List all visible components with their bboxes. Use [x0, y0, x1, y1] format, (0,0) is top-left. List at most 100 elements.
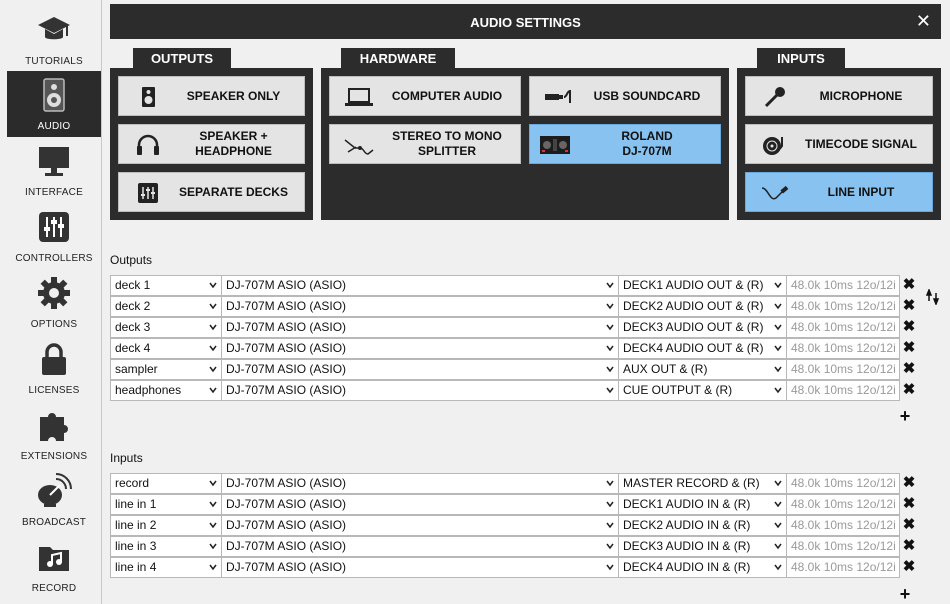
delete-row-button[interactable]: ✖ [902, 319, 916, 334]
info-text: 48.0k 10ms 12o/12i [791, 518, 896, 532]
output-channel-select[interactable]: DECK1 AUDIO OUT & (R) [618, 275, 787, 296]
sidebar-item-controllers[interactable]: CONTROLLERS [7, 203, 101, 269]
chevron-down-icon [774, 303, 782, 310]
input-row: line in 1 DJ-707M ASIO (ASIO) DECK1 AUDIO … [110, 494, 915, 515]
sidebar-item-interface[interactable]: INTERFACE [7, 137, 101, 203]
output-name-select[interactable]: deck 3 [110, 317, 222, 338]
output-row: headphones DJ-707M ASIO (ASIO) CUE OUTPUT … [110, 380, 915, 401]
select-value: deck 1 [115, 278, 151, 292]
usb-soundcard-button[interactable]: USB SOUNDCARD [529, 76, 721, 116]
delete-row-button[interactable]: ✖ [902, 517, 916, 532]
input-channel-select[interactable]: DECK3 AUDIO IN & (R) [618, 536, 787, 557]
input-name-select[interactable]: line in 1 [110, 494, 222, 515]
output-device-select[interactable]: DJ-707M ASIO (ASIO) [221, 380, 619, 401]
mixer-icon [138, 183, 158, 203]
select-value: line in 3 [115, 539, 157, 553]
delete-row-button[interactable]: ✖ [902, 475, 916, 490]
output-device-select[interactable]: DJ-707M ASIO (ASIO) [221, 338, 619, 359]
sidebar-item-options[interactable]: OPTIONS [7, 269, 101, 335]
stereo-to-mono-splitter-button[interactable]: STEREO TO MONO SPLITTER [329, 124, 521, 164]
output-device-select[interactable]: DJ-707M ASIO (ASIO) [221, 317, 619, 338]
output-channel-select[interactable]: AUX OUT & (R) [618, 359, 787, 380]
input-device-select[interactable]: DJ-707M ASIO (ASIO) [221, 557, 619, 578]
input-device-select[interactable]: DJ-707M ASIO (ASIO) [221, 515, 619, 536]
input-device-select[interactable]: DJ-707M ASIO (ASIO) [221, 536, 619, 557]
output-name-select[interactable]: deck 1 [110, 275, 222, 296]
info-text: 48.0k 10ms 12o/12i [791, 278, 896, 292]
output-channel-select[interactable]: DECK3 AUDIO OUT & (R) [618, 317, 787, 338]
input-name-select[interactable]: line in 3 [110, 536, 222, 557]
sidebar-item-audio[interactable]: AUDIO [7, 71, 101, 137]
input-channel-select[interactable]: MASTER RECORD & (R) [618, 473, 787, 494]
select-value: MASTER RECORD & (R) [623, 476, 760, 490]
input-channel-select[interactable]: DECK1 AUDIO IN & (R) [618, 494, 787, 515]
input-device-select[interactable]: DJ-707M ASIO (ASIO) [221, 494, 619, 515]
chevron-down-icon [209, 366, 217, 373]
sidebar-item-record[interactable]: RECORD [7, 533, 101, 599]
sidebar-item-label: EXTENSIONS [20, 451, 88, 462]
sidebar-item-tutorials[interactable]: TUTORIALS [7, 6, 101, 72]
delete-row-button[interactable]: ✖ [902, 298, 916, 313]
sidebar-item-label: CONTROLLERS [15, 253, 93, 264]
separate-decks-button[interactable]: SEPARATE DECKS [118, 172, 305, 212]
chevron-down-icon [606, 387, 614, 394]
timecode-signal-button[interactable]: TIMECODE SIGNAL [745, 124, 933, 164]
speaker-headphone-button[interactable]: SPEAKER + HEADPHONE [118, 124, 305, 164]
inputs-section-title: Inputs [110, 451, 143, 465]
speaker-only-button[interactable]: SPEAKER ONLY [118, 76, 305, 116]
microphone-button[interactable]: MICROPHONE [745, 76, 933, 116]
select-value: DJ-707M ASIO (ASIO) [226, 299, 347, 313]
select-value: sampler [115, 362, 158, 376]
output-name-select[interactable]: deck 2 [110, 296, 222, 317]
button-label: USB SOUNDCARD [593, 88, 701, 103]
chevron-down-icon [209, 501, 217, 508]
output-name-select[interactable]: sampler [110, 359, 222, 380]
input-info: 48.0k 10ms 12o/12i [786, 536, 900, 557]
output-device-select[interactable]: DJ-707M ASIO (ASIO) [221, 296, 619, 317]
output-name-select[interactable]: headphones [110, 380, 222, 401]
select-value: DECK3 AUDIO IN & (R) [623, 539, 751, 553]
chevron-down-icon [209, 564, 217, 571]
input-device-select[interactable]: DJ-707M ASIO (ASIO) [221, 473, 619, 494]
input-info: 48.0k 10ms 12o/12i [786, 515, 900, 536]
output-device-select[interactable]: DJ-707M ASIO (ASIO) [221, 275, 619, 296]
select-value: DJ-707M ASIO (ASIO) [226, 518, 347, 532]
input-name-select[interactable]: record [110, 473, 222, 494]
output-channel-select[interactable]: DECK4 AUDIO OUT & (R) [618, 338, 787, 359]
close-button[interactable]: ✕ [916, 11, 931, 31]
sidebar-item-extensions[interactable]: EXTENSIONS [7, 401, 101, 467]
computer-audio-button[interactable]: COMPUTER AUDIO [329, 76, 521, 116]
delete-row-button[interactable]: ✖ [902, 559, 916, 574]
output-device-select[interactable]: DJ-707M ASIO (ASIO) [221, 359, 619, 380]
line-input-button[interactable]: LINE INPUT [745, 172, 933, 212]
roland-dj707m-button[interactable]: ROLAND DJ-707M [529, 124, 721, 164]
delete-row-button[interactable]: ✖ [902, 340, 916, 355]
add-input-button[interactable]: + [898, 585, 912, 603]
delete-row-button[interactable]: ✖ [902, 361, 916, 376]
sidebar-item-broadcast[interactable]: BROADCAST [7, 467, 101, 533]
info-text: 48.0k 10ms 12o/12i [791, 320, 896, 334]
add-output-button[interactable]: + [898, 407, 912, 425]
select-value: DJ-707M ASIO (ASIO) [226, 497, 347, 511]
sort-arrows-icon[interactable] [926, 289, 940, 305]
delete-row-button[interactable]: ✖ [902, 277, 916, 292]
delete-row-button[interactable]: ✖ [902, 382, 916, 397]
chevron-down-icon [774, 345, 782, 352]
delete-row-button[interactable]: ✖ [902, 538, 916, 553]
input-channel-select[interactable]: DECK2 AUDIO IN & (R) [618, 515, 787, 536]
title-bar: AUDIO SETTINGS ✕ [110, 4, 941, 39]
input-name-select[interactable]: line in 4 [110, 557, 222, 578]
input-name-select[interactable]: line in 2 [110, 515, 222, 536]
select-value: deck 3 [115, 320, 151, 334]
info-text: 48.0k 10ms 12o/12i [791, 476, 896, 490]
output-channel-select[interactable]: DECK2 AUDIO OUT & (R) [618, 296, 787, 317]
chevron-down-icon [209, 324, 217, 331]
chevron-down-icon [606, 324, 614, 331]
input-info: 48.0k 10ms 12o/12i [786, 557, 900, 578]
delete-row-button[interactable]: ✖ [902, 496, 916, 511]
output-name-select[interactable]: deck 4 [110, 338, 222, 359]
select-value: headphones [115, 383, 182, 397]
sidebar-item-licenses[interactable]: LICENSES [7, 335, 101, 401]
input-channel-select[interactable]: DECK4 AUDIO IN & (R) [618, 557, 787, 578]
output-channel-select[interactable]: CUE OUTPUT & (R) [618, 380, 787, 401]
